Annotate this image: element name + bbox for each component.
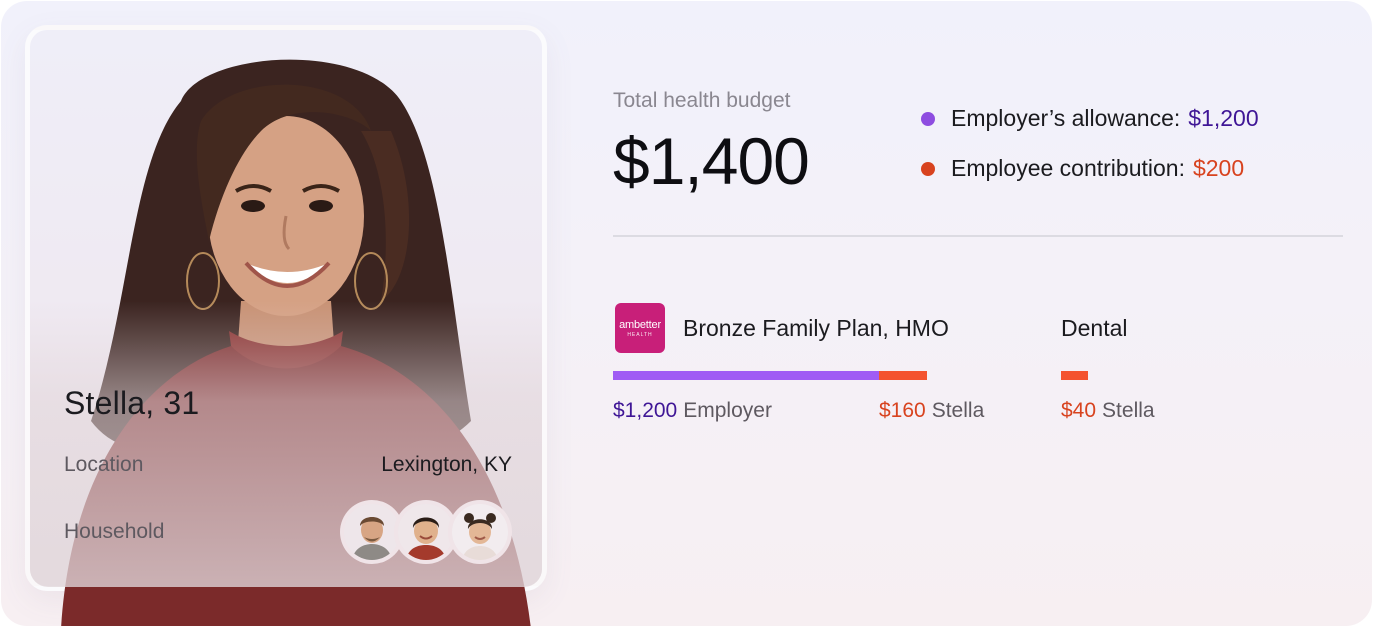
- dental-amount-value: $40: [1061, 399, 1097, 422]
- legend-employer: Employer’s allowance: $1,200: [921, 105, 1259, 132]
- employee-amount-value: $160: [879, 399, 926, 422]
- budget-total: $1,400: [613, 124, 810, 198]
- dental-plan-name[interactable]: Dental: [1061, 315, 1127, 342]
- divider: [613, 235, 1343, 237]
- medical-employer-amount: $1,200 Employer: [613, 399, 772, 423]
- household-avatars: [340, 500, 512, 564]
- employee-dot-icon: [921, 161, 935, 176]
- ambetter-logo: ambetter HEALTH: [615, 303, 665, 353]
- household-label: Household: [64, 520, 165, 543]
- person-info: Stella, 31 Location Lexington, KY Househ…: [64, 385, 512, 564]
- legend-employee: Employee contribution: $200: [921, 155, 1244, 182]
- legend-employer-value: $1,200: [1188, 105, 1259, 131]
- logo-text: ambetter: [619, 319, 661, 331]
- dental-employee-amount: $40 Stella: [1061, 399, 1155, 423]
- medical-plan-name[interactable]: Bronze Family Plan, HMO: [683, 315, 949, 342]
- logo-subtext: HEALTH: [627, 332, 653, 338]
- location-value: Lexington, KY: [381, 453, 512, 476]
- employee-bar-segment: [879, 371, 927, 380]
- medical-contribution-bar: [613, 371, 927, 380]
- employer-bar-segment: [613, 371, 879, 380]
- person-name: Stella, 31: [64, 385, 200, 421]
- employer-amount-value: $1,200: [613, 399, 678, 422]
- employee-amount-label: Stella: [931, 399, 985, 422]
- household-row: Household: [64, 500, 512, 564]
- girl-avatar[interactable]: [448, 500, 512, 564]
- dental-bar-segment: [1061, 371, 1089, 380]
- legend-employee-value: $200: [1192, 155, 1245, 181]
- medical-employee-amount: $160 Stella: [879, 399, 984, 423]
- location-row: Location Lexington, KY: [64, 453, 512, 477]
- employer-dot-icon: [921, 111, 935, 126]
- legend-employer-label: Employer’s allowance:: [951, 105, 1181, 131]
- budget-card: Stella, 31 Location Lexington, KY Househ…: [1, 1, 1372, 626]
- employer-amount-label: Employer: [683, 399, 772, 422]
- dental-amount-label: Stella: [1102, 399, 1155, 422]
- legend-employee-label: Employee contribution:: [951, 155, 1185, 181]
- location-label: Location: [64, 453, 144, 476]
- budget-label: Total health budget: [613, 89, 791, 112]
